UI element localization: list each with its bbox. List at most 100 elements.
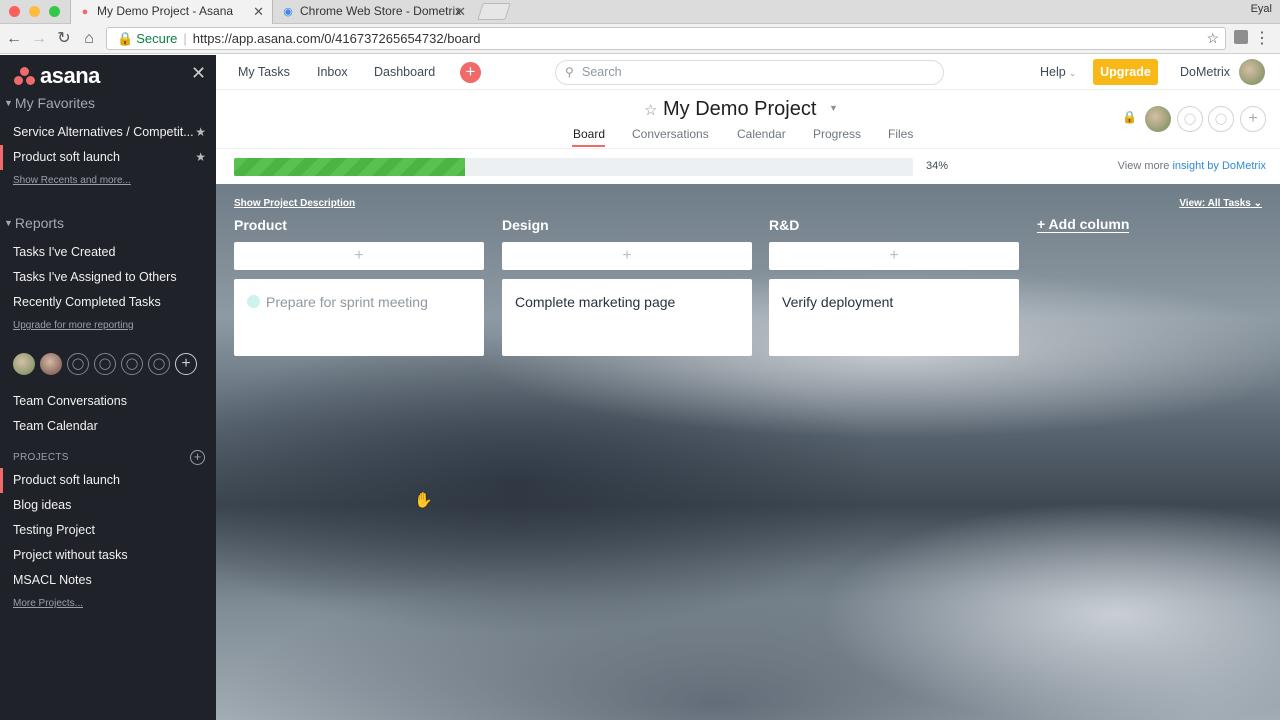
nav-dashboard[interactable]: Dashboard bbox=[374, 65, 435, 79]
sidebar-item-team-conversations[interactable]: Team Conversations bbox=[0, 389, 216, 414]
browser-tab-bar: ● My Demo Project - Asana ✕ ◉ Chrome Web… bbox=[0, 0, 1280, 24]
view-filter[interactable]: View: All Tasks ⌄ bbox=[1179, 198, 1262, 209]
column-title[interactable]: R&D bbox=[769, 217, 799, 233]
close-tab-icon[interactable]: ✕ bbox=[455, 0, 466, 23]
board: Show Project Description View: All Tasks… bbox=[216, 184, 1280, 720]
lock-icon[interactable]: 🔒 bbox=[1122, 110, 1137, 124]
caret-down-icon: ▼ bbox=[4, 98, 13, 108]
browser-toolbar: ← → ↻ ⌂ 🔒 Secure | https://app.asana.com/0/… bbox=[0, 24, 1280, 54]
insight-link[interactable]: insight by DoMetrix bbox=[1172, 160, 1266, 172]
avatar[interactable] bbox=[1145, 106, 1171, 132]
asana-favicon-icon: ● bbox=[81, 6, 89, 18]
empty-avatar-icon[interactable]: ◯ bbox=[1177, 106, 1203, 132]
workspace-name[interactable]: DoMetrix bbox=[1180, 65, 1230, 79]
check-circle-icon[interactable] bbox=[247, 295, 260, 308]
insight-prefix: View more bbox=[1117, 160, 1170, 172]
chevron-down-icon: ⌄ bbox=[1253, 198, 1262, 209]
tab-calendar[interactable]: Calendar bbox=[737, 127, 786, 141]
sidebar-item-report[interactable]: Tasks I've Assigned to Others bbox=[0, 265, 216, 290]
hand-cursor-icon: ✋ bbox=[414, 492, 433, 509]
empty-avatar-icon[interactable]: ◯ bbox=[1208, 106, 1234, 132]
search-input[interactable]: ⚲ Search bbox=[555, 60, 944, 85]
minimize-window-button[interactable] bbox=[29, 6, 40, 17]
add-member-icon[interactable]: + bbox=[1240, 106, 1266, 132]
sidebar-item-favorite[interactable]: Service Alternatives / Competit... ★ bbox=[0, 120, 216, 145]
browser-tab-chrome-store[interactable]: ◉ Chrome Web Store - Dometrix ✕ bbox=[274, 0, 474, 24]
sidebar-item-project[interactable]: Testing Project bbox=[0, 518, 216, 543]
home-icon[interactable]: ⌂ bbox=[79, 28, 99, 50]
tab-progress[interactable]: Progress bbox=[813, 127, 861, 141]
reload-icon[interactable]: ↻ bbox=[54, 28, 74, 50]
sidebar-item-team-calendar[interactable]: Team Calendar bbox=[0, 414, 216, 439]
column-title[interactable]: Product bbox=[234, 217, 287, 233]
add-project-icon[interactable]: + bbox=[190, 450, 205, 465]
quick-add-button[interactable]: + bbox=[460, 62, 481, 83]
team-members: ◯ ◯ ◯ ◯ + bbox=[13, 353, 202, 375]
column-title[interactable]: Design bbox=[502, 217, 549, 233]
new-tab-button[interactable] bbox=[477, 3, 511, 20]
page-title[interactable]: My Demo Project bbox=[663, 98, 816, 121]
maximize-window-button[interactable] bbox=[49, 6, 60, 17]
browser-tab-asana[interactable]: ● My Demo Project - Asana ✕ bbox=[70, 0, 273, 24]
browser-profile-name[interactable]: Eyal bbox=[1251, 0, 1272, 18]
lock-icon: 🔒 bbox=[117, 31, 134, 46]
favorite-star-icon[interactable]: ☆ bbox=[644, 101, 657, 119]
empty-avatar-icon[interactable]: ◯ bbox=[94, 353, 116, 375]
top-bar: My Tasks Inbox Dashboard + ⚲ Search Help… bbox=[216, 55, 1280, 90]
show-description-link[interactable]: Show Project Description bbox=[234, 198, 355, 209]
task-card[interactable]: Prepare for sprint meeting bbox=[234, 279, 484, 356]
projects-label: PROJECTS bbox=[13, 452, 69, 463]
sidebar-item-project[interactable]: Product soft launch bbox=[0, 468, 216, 493]
nav-inbox[interactable]: Inbox bbox=[317, 65, 348, 79]
address-bar[interactable]: 🔒 Secure | https://app.asana.com/0/41673726… bbox=[106, 27, 1226, 50]
chevron-down-icon[interactable]: ▼ bbox=[829, 103, 838, 113]
upgrade-button[interactable]: Upgrade bbox=[1093, 59, 1158, 85]
empty-avatar-icon[interactable]: ◯ bbox=[148, 353, 170, 375]
tab-files[interactable]: Files bbox=[888, 127, 913, 141]
progress-row: 34% View more insight by DoMetrix bbox=[216, 148, 1280, 184]
section-title: Reports bbox=[14, 215, 64, 231]
empty-avatar-icon[interactable]: ◯ bbox=[121, 353, 143, 375]
sidebar-item-report[interactable]: Recently Completed Tasks bbox=[0, 290, 216, 315]
sidebar-item-label: Product soft launch bbox=[13, 150, 121, 164]
back-arrow-icon[interactable]: ← bbox=[4, 28, 24, 50]
help-menu[interactable]: Help ⌄ bbox=[1040, 65, 1076, 79]
sidebar-item-report[interactable]: Tasks I've Created bbox=[0, 240, 216, 265]
task-card[interactable]: Verify deployment bbox=[769, 279, 1019, 356]
sidebar-item-favorite[interactable]: Product soft launch ★ bbox=[0, 145, 216, 170]
task-card[interactable]: Complete marketing page bbox=[502, 279, 752, 356]
favorites-header[interactable]: ▼ My Favorites bbox=[4, 95, 95, 111]
reports-header[interactable]: ▼ Reports bbox=[4, 215, 64, 231]
avatar[interactable] bbox=[40, 353, 62, 375]
empty-avatar-icon[interactable]: ◯ bbox=[67, 353, 89, 375]
star-icon[interactable]: ★ bbox=[195, 145, 206, 170]
close-window-button[interactable] bbox=[9, 6, 20, 17]
star-icon[interactable]: ★ bbox=[195, 120, 206, 145]
extension-icon[interactable] bbox=[1234, 30, 1248, 44]
tab-board[interactable]: Board bbox=[573, 127, 605, 141]
bookmark-star-icon[interactable]: ☆ bbox=[1206, 28, 1219, 49]
close-tab-icon[interactable]: ✕ bbox=[253, 0, 264, 23]
upgrade-reporting-link[interactable]: Upgrade for more reporting bbox=[13, 320, 134, 331]
close-sidebar-icon[interactable]: ✕ bbox=[191, 63, 206, 84]
nav-my-tasks[interactable]: My Tasks bbox=[238, 65, 290, 79]
add-column-button[interactable]: + Add column bbox=[1037, 216, 1130, 233]
forward-arrow-icon[interactable]: → bbox=[29, 28, 49, 50]
caret-down-icon: ▼ bbox=[4, 218, 13, 228]
tab-conversations[interactable]: Conversations bbox=[632, 127, 709, 141]
sidebar-item-project[interactable]: Blog ideas bbox=[0, 493, 216, 518]
sidebar-item-project[interactable]: MSACL Notes bbox=[0, 568, 216, 593]
user-avatar[interactable] bbox=[1239, 59, 1265, 85]
sidebar-item-project[interactable]: Project without tasks bbox=[0, 543, 216, 568]
asana-logo[interactable]: asana bbox=[14, 63, 100, 89]
add-member-icon[interactable]: + bbox=[175, 353, 197, 375]
progress-bar bbox=[234, 158, 913, 176]
show-recents-link[interactable]: Show Recents and more... bbox=[13, 175, 131, 186]
browser-menu-icon[interactable]: ⋮ bbox=[1254, 28, 1270, 48]
more-projects-link[interactable]: More Projects... bbox=[13, 598, 83, 609]
add-task-button[interactable]: + bbox=[234, 242, 484, 270]
url-separator: | bbox=[183, 31, 187, 46]
add-task-button[interactable]: + bbox=[769, 242, 1019, 270]
avatar[interactable] bbox=[13, 353, 35, 375]
add-task-button[interactable]: + bbox=[502, 242, 752, 270]
